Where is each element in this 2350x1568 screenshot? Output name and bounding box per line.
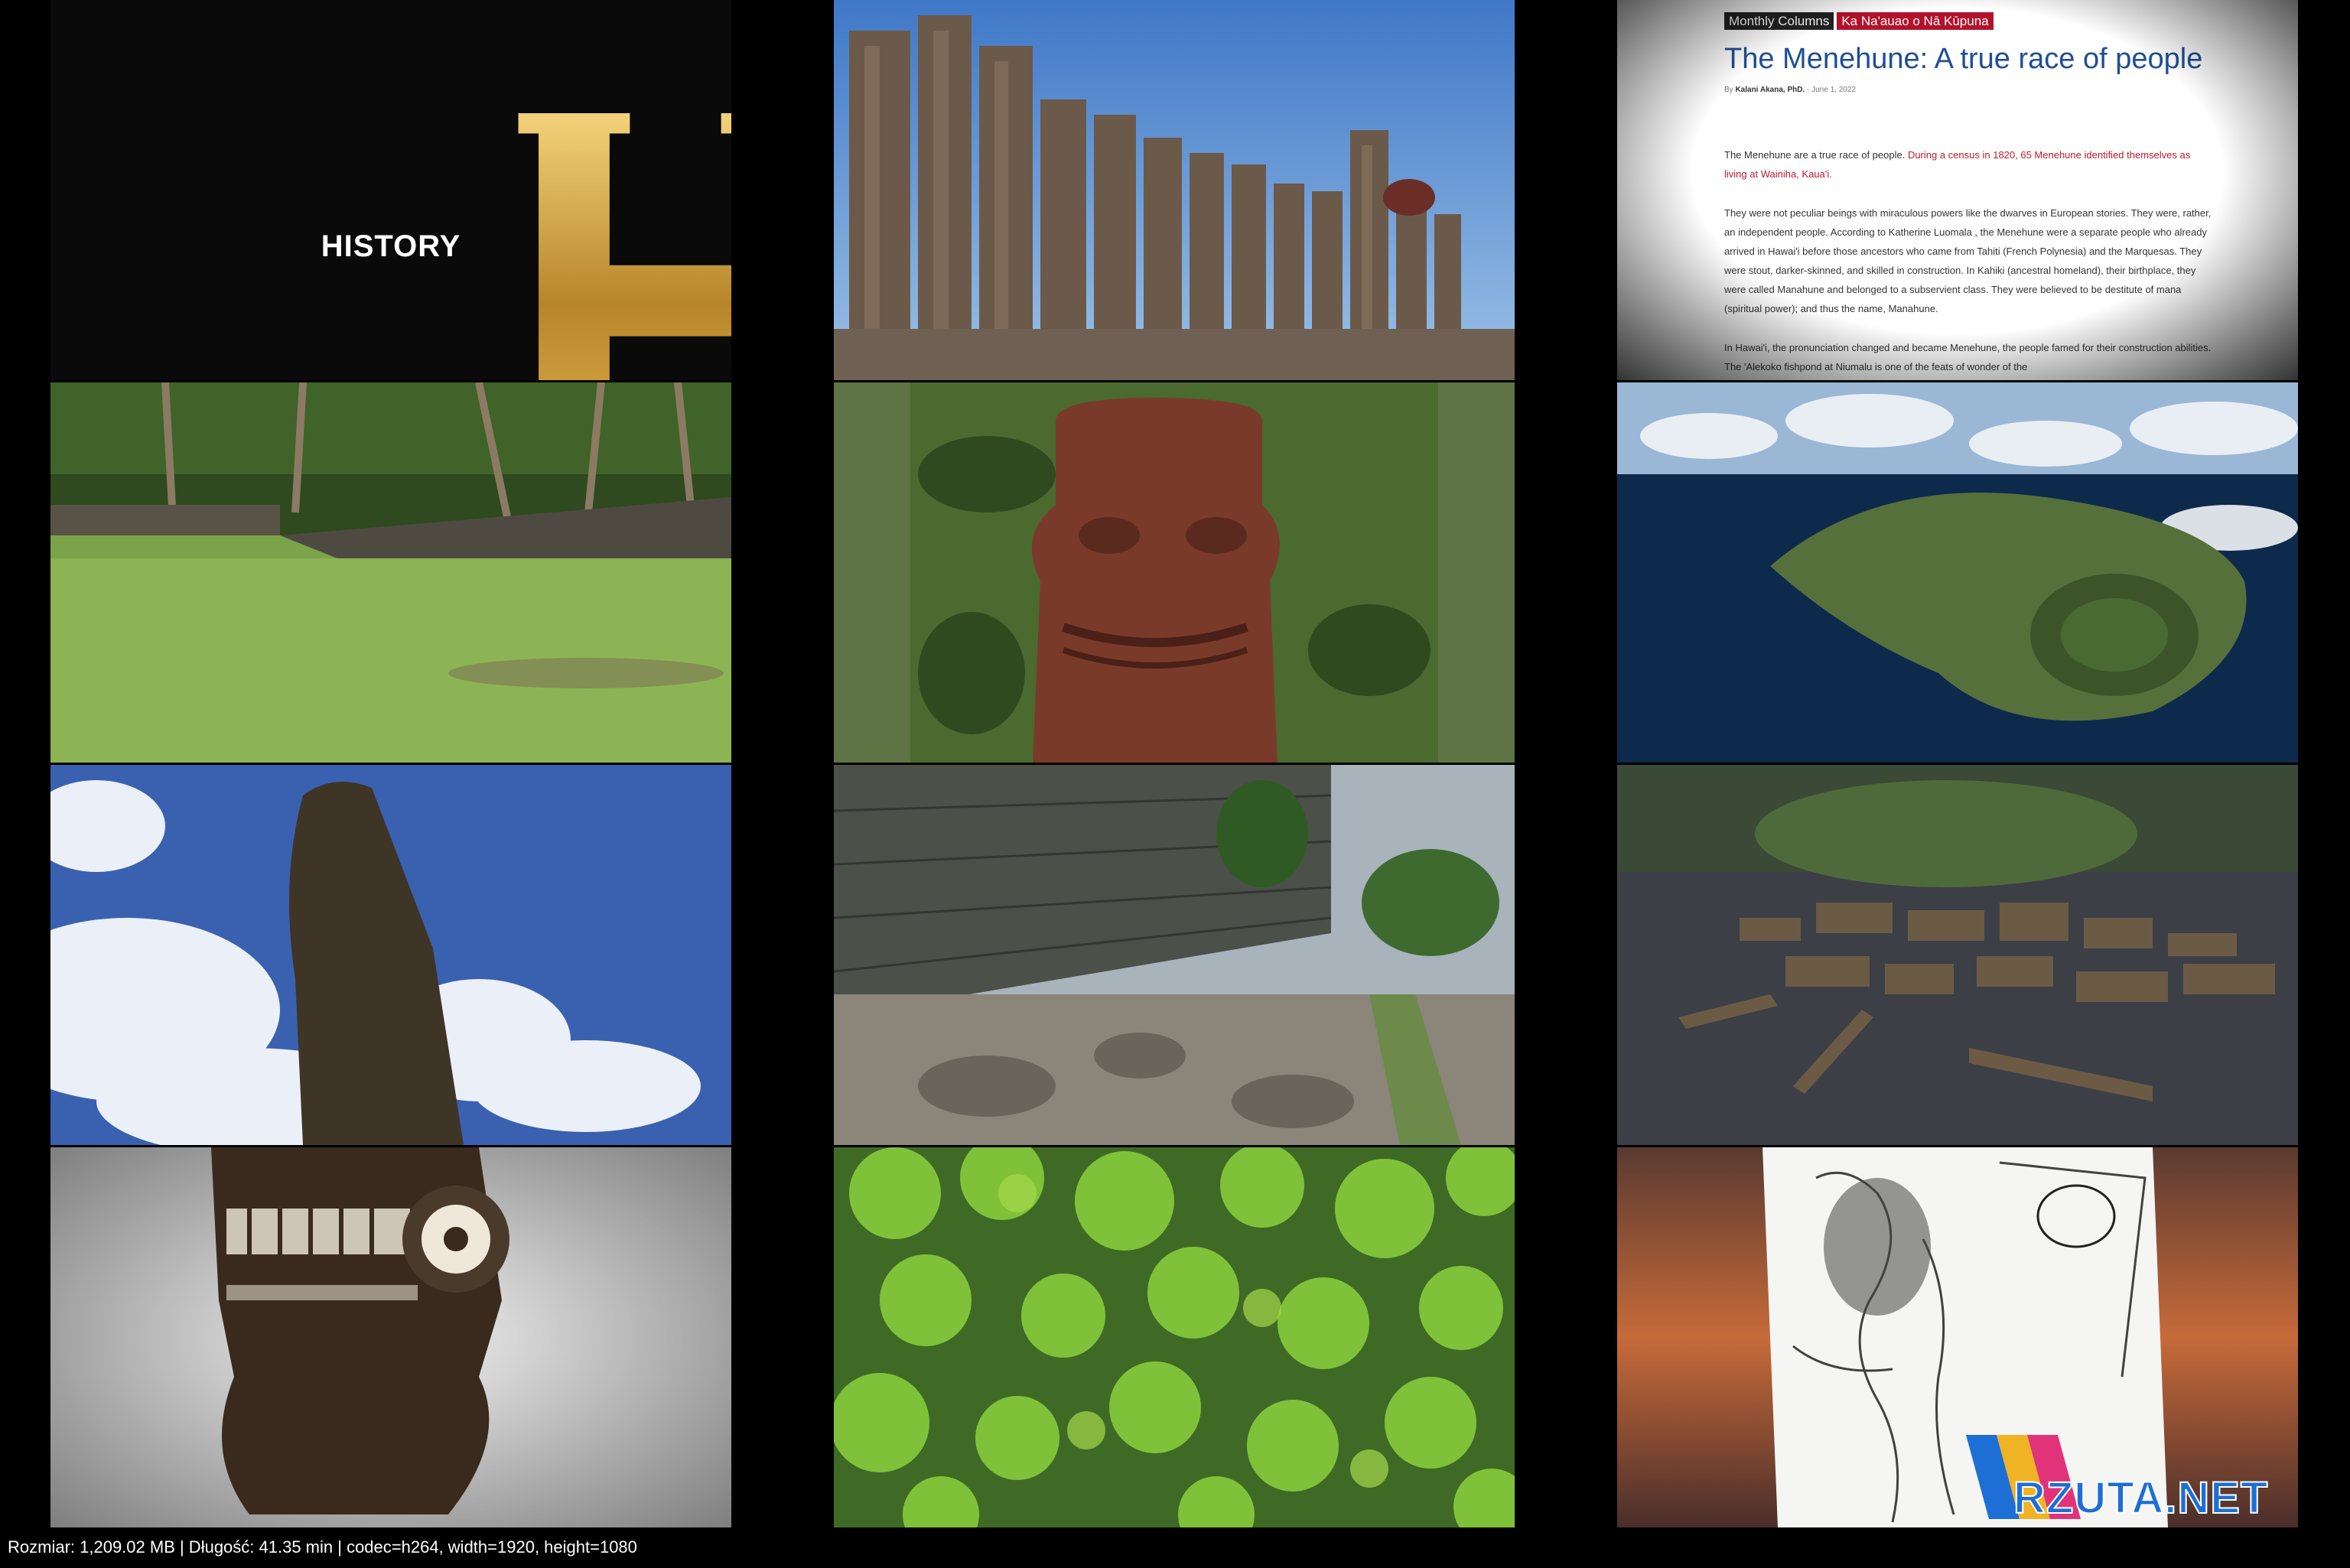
thumbnail-marae-ruins bbox=[50, 382, 731, 763]
article-date: June 1, 2022 bbox=[1811, 86, 1856, 94]
history-logo-text: HISTORY bbox=[321, 229, 461, 263]
thumbnail-moai-row bbox=[834, 0, 1515, 380]
article-paragraph: In Hawai'i, the pronunciation changed an… bbox=[1724, 342, 2212, 372]
article-byline: By Kalani Akana, PhD. · June 1, 2022 bbox=[1724, 86, 1856, 94]
article-paragraph: They were not peculiar beings with mirac… bbox=[1724, 207, 2212, 314]
tag-monthly-columns: Monthly Columns bbox=[1724, 12, 1834, 30]
thumbnail-article: Monthly Columns Ka Na'auao o Nā Kūpuna Th… bbox=[1617, 0, 2298, 380]
tag-ka-naauao: Ka Na'auao o Nā Kūpuna bbox=[1837, 12, 1994, 30]
thumbnail-reconstruction bbox=[1617, 765, 2298, 1145]
thumbnail-stone-wall bbox=[834, 765, 1515, 1145]
thumbnail-history-logo: HISTORY bbox=[50, 0, 731, 380]
article-body: The Menehune are a true race of people. … bbox=[1724, 145, 2214, 380]
article-author: Kalani Akana, PhD. bbox=[1735, 86, 1805, 94]
thumbnail-tiki-carving bbox=[834, 382, 1515, 763]
article-tags: Monthly Columns Ka Na'auao o Nā Kūpuna bbox=[1724, 12, 1994, 30]
article-title: The Menehune: A true race of people bbox=[1724, 43, 2203, 75]
article-paragraph: The Menehune are a true race of people. … bbox=[1724, 149, 2191, 180]
rzuta-watermark-text: RZUTA.NET bbox=[2013, 1472, 2269, 1524]
thumbnail-forest-aerial bbox=[834, 1147, 1515, 1527]
thumbnail-island-aerial bbox=[1617, 382, 2298, 763]
file-info-bar: Rozmiar: 1,209.02 MB | Długość: 41.35 mi… bbox=[8, 1537, 637, 1557]
thumbnail-moai-sky bbox=[50, 765, 731, 1145]
thumbnail-carved-figure bbox=[50, 1147, 731, 1527]
